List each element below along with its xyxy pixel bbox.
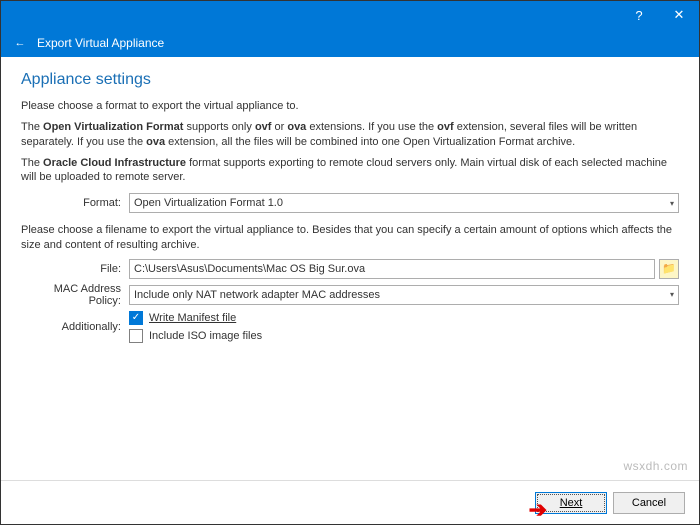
- section-heading: Appliance settings: [21, 71, 679, 89]
- mac-policy-select[interactable]: Include only NAT network adapter MAC add…: [129, 285, 679, 305]
- export-dialog: ? ✕ ← Export Virtual Appliance Appliance…: [0, 0, 700, 525]
- help-button[interactable]: ?: [619, 1, 659, 29]
- cancel-button[interactable]: Cancel: [613, 492, 685, 514]
- include-iso-label[interactable]: Include ISO image files: [149, 330, 262, 342]
- file-input[interactable]: C:\Users\Asus\Documents\Mac OS Big Sur.o…: [129, 259, 655, 279]
- check-icon: ✓: [132, 313, 140, 323]
- back-icon[interactable]: ←: [9, 32, 31, 54]
- format-select[interactable]: Open Virtualization Format 1.0 ▾: [129, 193, 679, 213]
- include-iso-checkbox[interactable]: [129, 329, 143, 343]
- file-label: File:: [21, 263, 129, 275]
- titlebar: ? ✕: [1, 1, 699, 29]
- folder-icon: 📁: [662, 262, 676, 275]
- close-button[interactable]: ✕: [659, 1, 699, 29]
- mac-policy-label: MAC Address Policy:: [21, 283, 129, 307]
- mac-policy-value: Include only NAT network adapter MAC add…: [134, 289, 380, 301]
- dialog-title: Export Virtual Appliance: [37, 36, 164, 50]
- format-value: Open Virtualization Format 1.0: [134, 197, 283, 209]
- content-area: Appliance settings Please choose a forma…: [1, 57, 699, 480]
- intro-text-3: The Oracle Cloud Infrastructure format s…: [21, 156, 679, 186]
- write-manifest-label[interactable]: Write Manifest file: [149, 312, 236, 324]
- browse-button[interactable]: 📁: [659, 259, 679, 279]
- chevron-down-icon: ▾: [670, 199, 674, 208]
- navbar: ← Export Virtual Appliance: [1, 29, 699, 57]
- watermark: wsxdh.com: [623, 459, 688, 473]
- next-button[interactable]: Next: [535, 492, 607, 514]
- format-label: Format:: [21, 197, 129, 209]
- intro-text-1: Please choose a format to export the vir…: [21, 99, 679, 114]
- intro-text-2: The Open Virtualization Format supports …: [21, 120, 679, 150]
- chevron-down-icon: ▾: [670, 290, 674, 299]
- additionally-label: Additionally:: [21, 321, 129, 333]
- filename-hint: Please choose a filename to export the v…: [21, 223, 679, 253]
- write-manifest-checkbox[interactable]: ✓: [129, 311, 143, 325]
- footer: ➔ Next Cancel: [1, 480, 699, 524]
